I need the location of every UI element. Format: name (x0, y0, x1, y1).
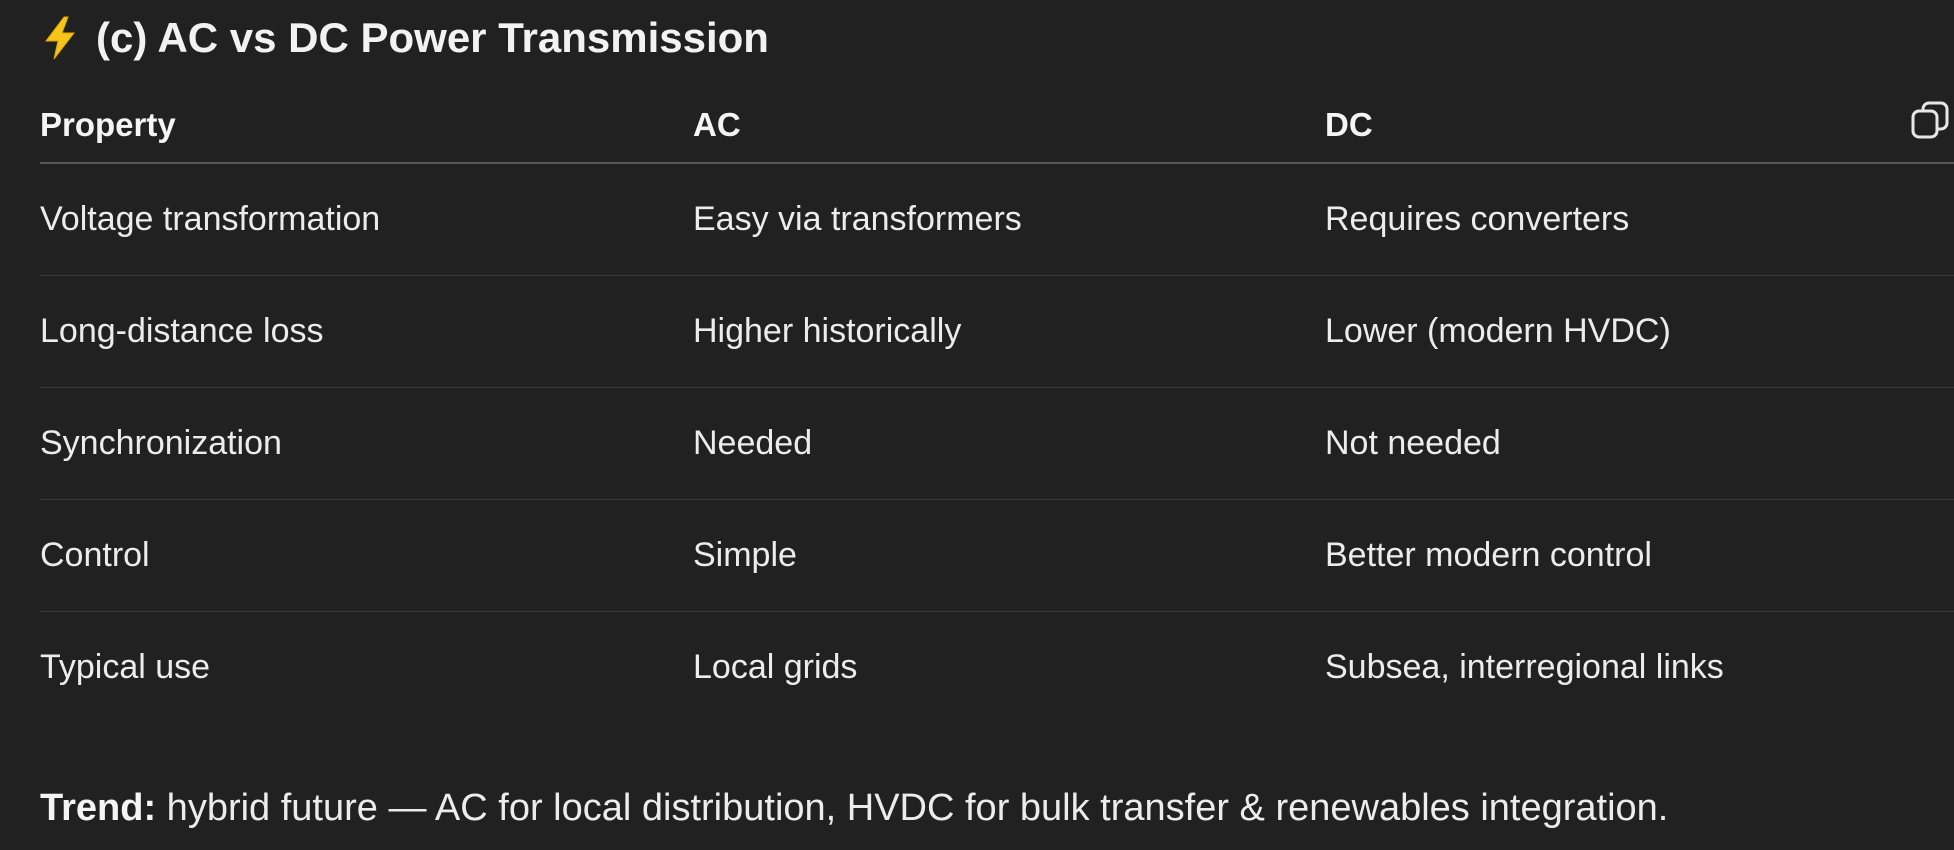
cell-ac: Easy via transformers (693, 200, 1022, 238)
table-row: Control Simple Better modern control (40, 500, 1954, 612)
section-heading: (c) AC vs DC Power Transmission (40, 10, 769, 66)
table-row: Synchronization Needed Not needed (40, 388, 1954, 500)
copy-table-button[interactable] (1906, 98, 1954, 146)
cell-dc: Subsea, interregional links (1325, 648, 1724, 686)
table-row: Typical use Local grids Subsea, interreg… (40, 612, 1954, 723)
lightning-bolt-icon (40, 14, 84, 62)
table-row: Long-distance loss Higher historically L… (40, 276, 1954, 388)
comparison-table: Property AC DC Voltage transformation Ea… (40, 88, 1954, 723)
cell-property: Synchronization (40, 424, 282, 462)
table-header-row: Property AC DC (40, 88, 1954, 164)
trend-text: hybrid future — AC for local distributio… (156, 787, 1669, 829)
cell-property: Typical use (40, 648, 211, 686)
cell-ac: Local grids (693, 648, 858, 686)
cell-ac: Higher historically (693, 312, 962, 350)
trend-label: Trend: (40, 787, 157, 829)
cell-dc: Lower (modern HVDC) (1325, 312, 1671, 350)
cell-property: Voltage transformation (40, 200, 381, 238)
cell-dc: Better modern control (1325, 536, 1652, 574)
cell-property: Long-distance loss (40, 312, 324, 350)
column-header-ac: AC (693, 106, 741, 143)
cell-dc: Requires converters (1325, 200, 1630, 238)
copy-icon (1909, 99, 1951, 146)
cell-ac: Needed (693, 424, 813, 462)
cell-ac: Simple (693, 536, 797, 574)
column-header-property: Property (40, 106, 176, 143)
section-title: (c) AC vs DC Power Transmission (96, 14, 769, 61)
column-header-dc: DC (1325, 106, 1373, 143)
cell-property: Control (40, 536, 150, 574)
table-row: Voltage transformation Easy via transfor… (40, 164, 1954, 276)
trend-paragraph: Trend: hybrid future — AC for local dist… (40, 787, 1668, 830)
cell-dc: Not needed (1325, 424, 1501, 462)
